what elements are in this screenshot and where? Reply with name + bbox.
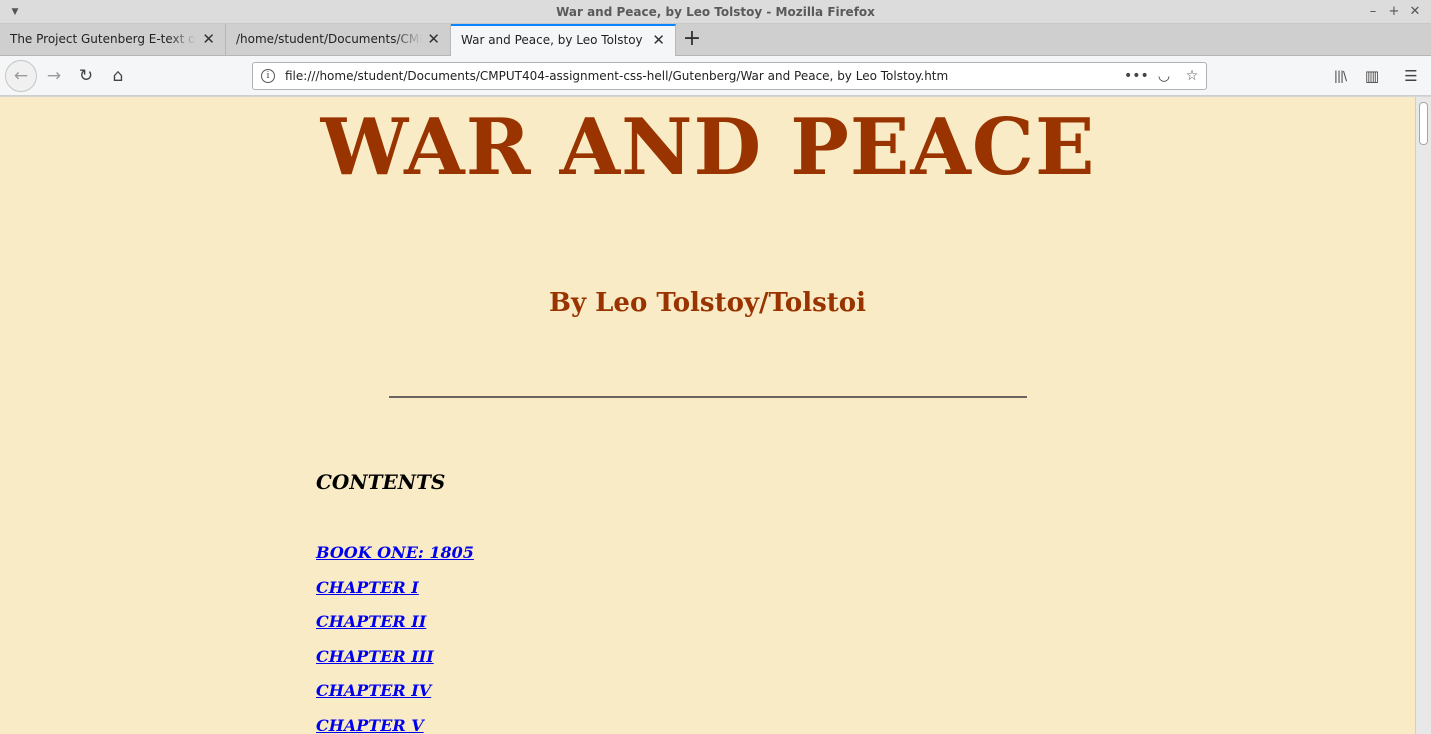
vertical-scrollbar[interactable] xyxy=(1415,97,1431,734)
reload-button[interactable]: ↻ xyxy=(71,61,101,91)
new-tab-button[interactable]: + xyxy=(680,26,704,54)
page-content: WAR AND PEACE By Leo Tolstoy/Tolstoi CON… xyxy=(0,97,1415,734)
contents-heading: CONTENTS xyxy=(316,470,446,494)
tab-label: The Project Gutenberg E-text of F xyxy=(10,32,196,46)
tab-close-icon[interactable]: ✕ xyxy=(652,26,665,55)
site-info-icon[interactable]: i xyxy=(261,69,275,83)
navigation-toolbar: ← → ↻ ⌂ i file:///home/student/Documents… xyxy=(0,56,1431,96)
tab-label: /home/student/Documents/CMPU xyxy=(236,32,422,46)
hamburger-menu-icon[interactable]: ☰ xyxy=(1399,64,1423,88)
tab-strip: The Project Gutenberg E-text of F ✕ /hom… xyxy=(0,24,1431,57)
pocket-icon[interactable]: ◡ xyxy=(1152,63,1176,89)
close-window-button[interactable]: ✕ xyxy=(1406,3,1424,21)
scrollbar-thumb[interactable] xyxy=(1419,102,1428,145)
address-bar[interactable]: i file:///home/student/Documents/CMPUT40… xyxy=(252,62,1207,90)
toc-link-chapter-4[interactable]: CHAPTER IV xyxy=(316,681,474,716)
toc-link-book-one[interactable]: BOOK ONE: 1805 xyxy=(316,543,474,578)
horizontal-rule xyxy=(389,396,1027,398)
bookmark-star-icon[interactable]: ☆ xyxy=(1180,63,1204,89)
page-actions-icon[interactable]: ••• xyxy=(1124,63,1149,89)
toc-link-chapter-1[interactable]: CHAPTER I xyxy=(316,578,474,613)
toc-link-chapter-3[interactable]: CHAPTER III xyxy=(316,647,474,682)
table-of-contents: BOOK ONE: 1805 CHAPTER I CHAPTER II CHAP… xyxy=(316,543,474,734)
library-icon[interactable]: |||\ xyxy=(1328,64,1352,88)
minimize-button[interactable]: – xyxy=(1364,3,1382,21)
home-button[interactable]: ⌂ xyxy=(103,61,133,91)
tab-documents-folder[interactable]: /home/student/Documents/CMPU ✕ xyxy=(226,24,451,56)
sidebar-icon[interactable]: ▥ xyxy=(1360,64,1384,88)
forward-button[interactable]: → xyxy=(39,61,69,91)
maximize-button[interactable]: + xyxy=(1385,3,1403,21)
toc-link-chapter-5[interactable]: CHAPTER V xyxy=(316,716,474,734)
tab-close-icon[interactable]: ✕ xyxy=(427,24,440,55)
back-button[interactable]: ← xyxy=(5,60,37,92)
tab-war-and-peace[interactable]: War and Peace, by Leo Tolstoy ✕ xyxy=(451,24,676,57)
author-heading: By Leo Tolstoy/Tolstoi xyxy=(549,288,866,318)
window-titlebar: ▼ War and Peace, by Leo Tolstoy - Mozill… xyxy=(0,0,1431,24)
tab-close-icon[interactable]: ✕ xyxy=(202,24,215,55)
url-text[interactable]: file:///home/student/Documents/CMPUT404-… xyxy=(285,63,948,89)
book-title: WAR AND PEACE xyxy=(320,102,1096,193)
tab-label: War and Peace, by Leo Tolstoy xyxy=(461,33,643,47)
toc-link-chapter-2[interactable]: CHAPTER II xyxy=(316,612,474,647)
window-title: War and Peace, by Leo Tolstoy - Mozilla … xyxy=(556,5,875,19)
tab-gutenberg-etext[interactable]: The Project Gutenberg E-text of F ✕ xyxy=(0,24,226,56)
